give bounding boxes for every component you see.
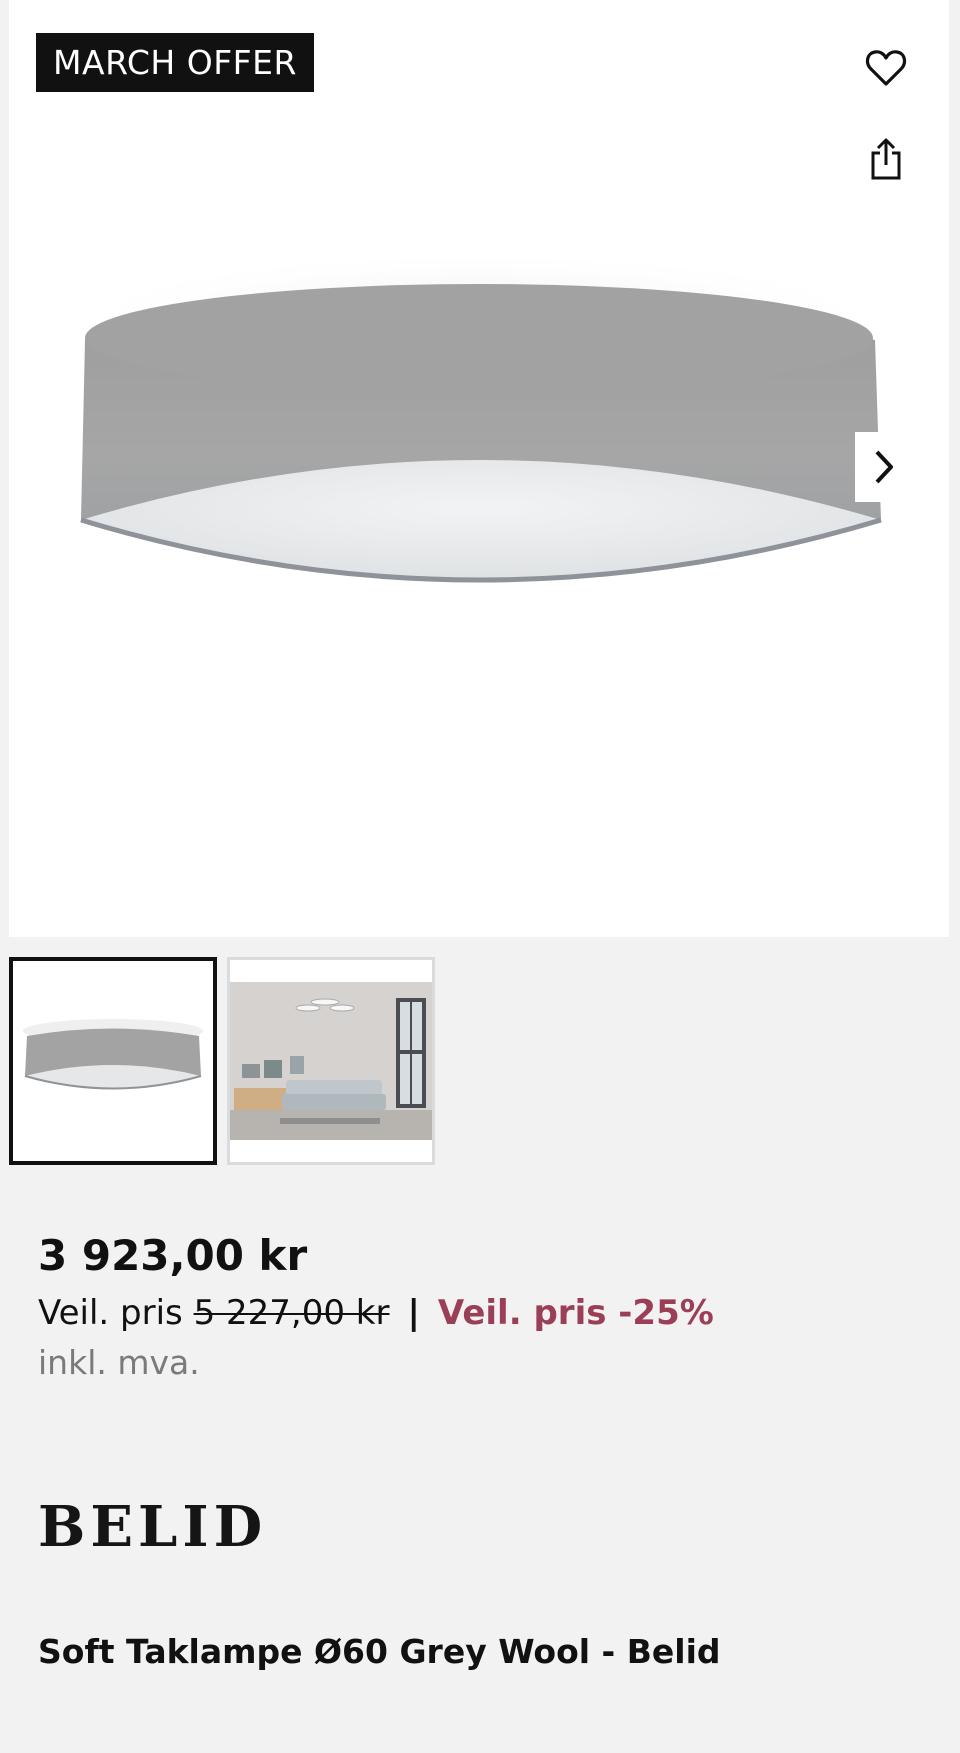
ceiling-lamp-thumbnail-image	[23, 1019, 203, 1090]
brand-logo[interactable]: BELID	[38, 1494, 267, 1560]
recommended-price-label: Veil. pris	[38, 1293, 183, 1333]
chevron-right-icon	[875, 450, 893, 484]
thumbnail-lamp[interactable]	[9, 957, 217, 1165]
thumbnail-room[interactable]	[227, 957, 435, 1165]
vat-note: inkl. mva.	[38, 1343, 200, 1382]
product-image-gallery[interactable]: MARCH OFFER	[9, 0, 949, 937]
share-icon	[871, 138, 901, 180]
living-room-thumbnail-image	[230, 982, 432, 1140]
price-separator: |	[407, 1293, 420, 1333]
heart-icon	[865, 50, 907, 86]
current-price: 3 923,00 kr	[38, 1231, 308, 1280]
product-title: Soft Taklampe Ø60 Grey Wool - Belid	[38, 1632, 721, 1671]
favorite-button[interactable]	[859, 41, 913, 95]
discount-label: Veil. pris -25%	[437, 1293, 714, 1333]
offer-badge: MARCH OFFER	[36, 33, 314, 92]
next-image-button[interactable]	[855, 432, 913, 502]
recommended-price-strikethrough: 5 227,00 kr	[193, 1293, 390, 1333]
share-button[interactable]	[859, 132, 913, 186]
recommended-price-line: Veil. pris 5 227,00 kr | Veil. pris -25%	[38, 1290, 714, 1336]
ceiling-lamp-image	[59, 250, 899, 583]
